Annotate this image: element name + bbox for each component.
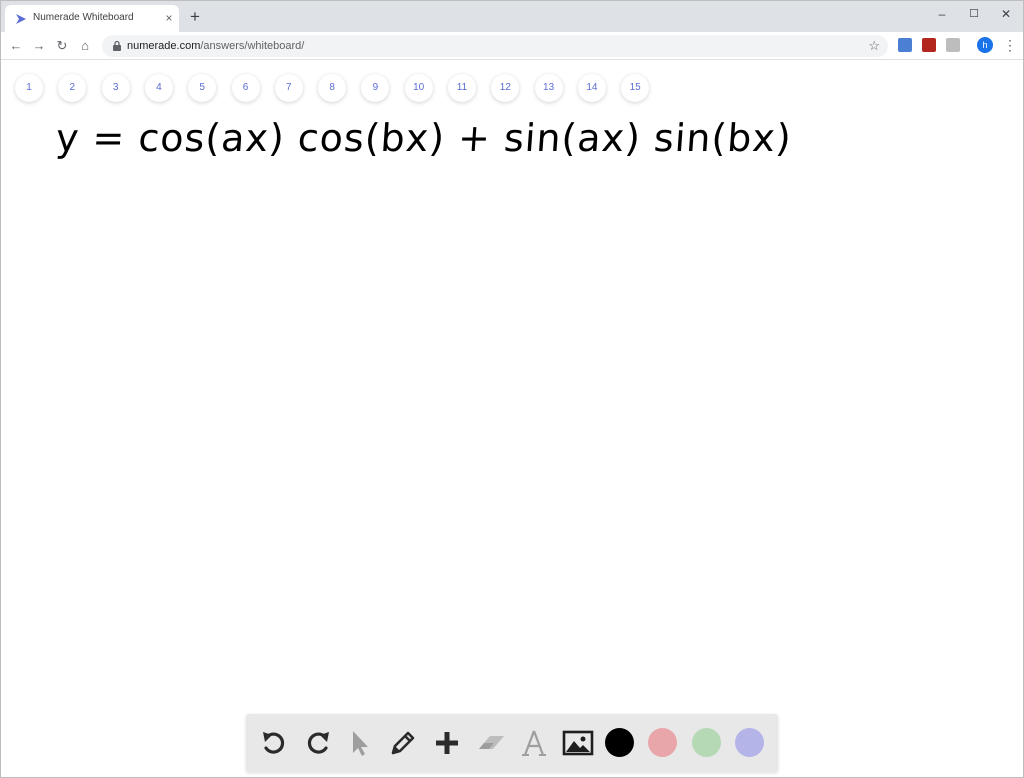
eraser-button[interactable]: [475, 727, 507, 759]
eraser-icon: [479, 736, 504, 749]
whiteboard-canvas[interactable]: y = cos(ax) cos(bx) + sin(ax) sin(bx): [1, 106, 1023, 706]
lock-icon: [113, 40, 121, 51]
page-tab-8[interactable]: 8: [318, 74, 347, 102]
extension-gray-icon[interactable]: [946, 38, 960, 52]
page-tab-4[interactable]: 4: [144, 74, 173, 102]
tab-close-icon[interactable]: ×: [162, 11, 176, 25]
text-icon: [522, 730, 546, 756]
bookmark-star-icon[interactable]: ☆: [868, 38, 880, 54]
maximize-button[interactable]: ☐: [959, 4, 989, 24]
browser-toolbar: ← → ↻ ⌂ numerade.com/answers/whiteboard/…: [1, 32, 1023, 60]
drawing-toolbar: [246, 714, 778, 772]
color-black-swatch[interactable]: [605, 728, 634, 757]
pencil-button[interactable]: [387, 727, 419, 759]
forward-button[interactable]: →: [30, 37, 48, 55]
minimize-button[interactable]: –: [927, 4, 957, 24]
home-button[interactable]: ⌂: [76, 37, 94, 55]
page-tab-13[interactable]: 13: [534, 74, 563, 102]
redo-button[interactable]: [302, 727, 334, 759]
color-purple-swatch[interactable]: [735, 728, 764, 757]
text-button[interactable]: [518, 727, 550, 759]
browser-menu-icon[interactable]: ⋮: [1003, 36, 1017, 54]
page-tab-1[interactable]: 1: [15, 74, 43, 102]
new-tab-button[interactable]: +: [187, 8, 203, 25]
redo-icon: [307, 732, 329, 754]
extension-off-icon[interactable]: [898, 38, 912, 52]
url-host: numerade.com: [127, 40, 201, 52]
handwritten-equation: y = cos(ax) cos(bx) + sin(ax) sin(bx): [54, 116, 794, 160]
page-tab-11[interactable]: 11: [448, 74, 476, 102]
reload-button[interactable]: ↻: [53, 37, 71, 55]
color-pink-swatch[interactable]: [648, 728, 677, 757]
image-icon: [562, 730, 594, 756]
tab-strip: Numerade Whiteboard × + – ☐ ✕: [1, 1, 1023, 32]
add-shape-button[interactable]: [431, 727, 463, 759]
url-path: /answers/whiteboard/: [200, 40, 305, 52]
page-tab-10[interactable]: 10: [404, 74, 433, 102]
page-tab-15[interactable]: 15: [621, 74, 650, 102]
pencil-icon: [391, 731, 415, 755]
browser-window: Numerade Whiteboard × + – ☐ ✕ ← → ↻ ⌂ nu…: [0, 0, 1024, 778]
page-tab-7[interactable]: 7: [274, 74, 303, 102]
browser-tab[interactable]: Numerade Whiteboard ×: [5, 5, 179, 32]
image-button[interactable]: [562, 727, 594, 759]
close-window-button[interactable]: ✕: [991, 4, 1021, 24]
page-tab-12[interactable]: 12: [491, 74, 520, 102]
pointer-button[interactable]: [344, 727, 376, 759]
page-tab-6[interactable]: 6: [231, 74, 260, 102]
page-tab-3[interactable]: 3: [101, 74, 130, 102]
address-bar[interactable]: numerade.com/answers/whiteboard/ ☆: [102, 35, 888, 57]
undo-button[interactable]: [258, 727, 290, 759]
numerade-logo-icon: [16, 14, 26, 24]
color-green-swatch[interactable]: [692, 728, 721, 757]
pointer-icon: [353, 731, 368, 756]
tab-title: Numerade Whiteboard: [33, 12, 134, 23]
page-tab-2[interactable]: 2: [58, 74, 87, 102]
url-text: numerade.com/answers/whiteboard/: [127, 40, 304, 52]
undo-icon: [263, 732, 285, 754]
profile-avatar[interactable]: h: [977, 37, 993, 53]
extension-shield-icon[interactable]: [922, 38, 936, 52]
page-tab-5[interactable]: 5: [188, 74, 217, 102]
page-tab-9[interactable]: 9: [361, 74, 390, 102]
plus-icon: [436, 732, 458, 754]
page-tab-14[interactable]: 14: [577, 74, 606, 102]
back-button[interactable]: ←: [7, 37, 25, 55]
